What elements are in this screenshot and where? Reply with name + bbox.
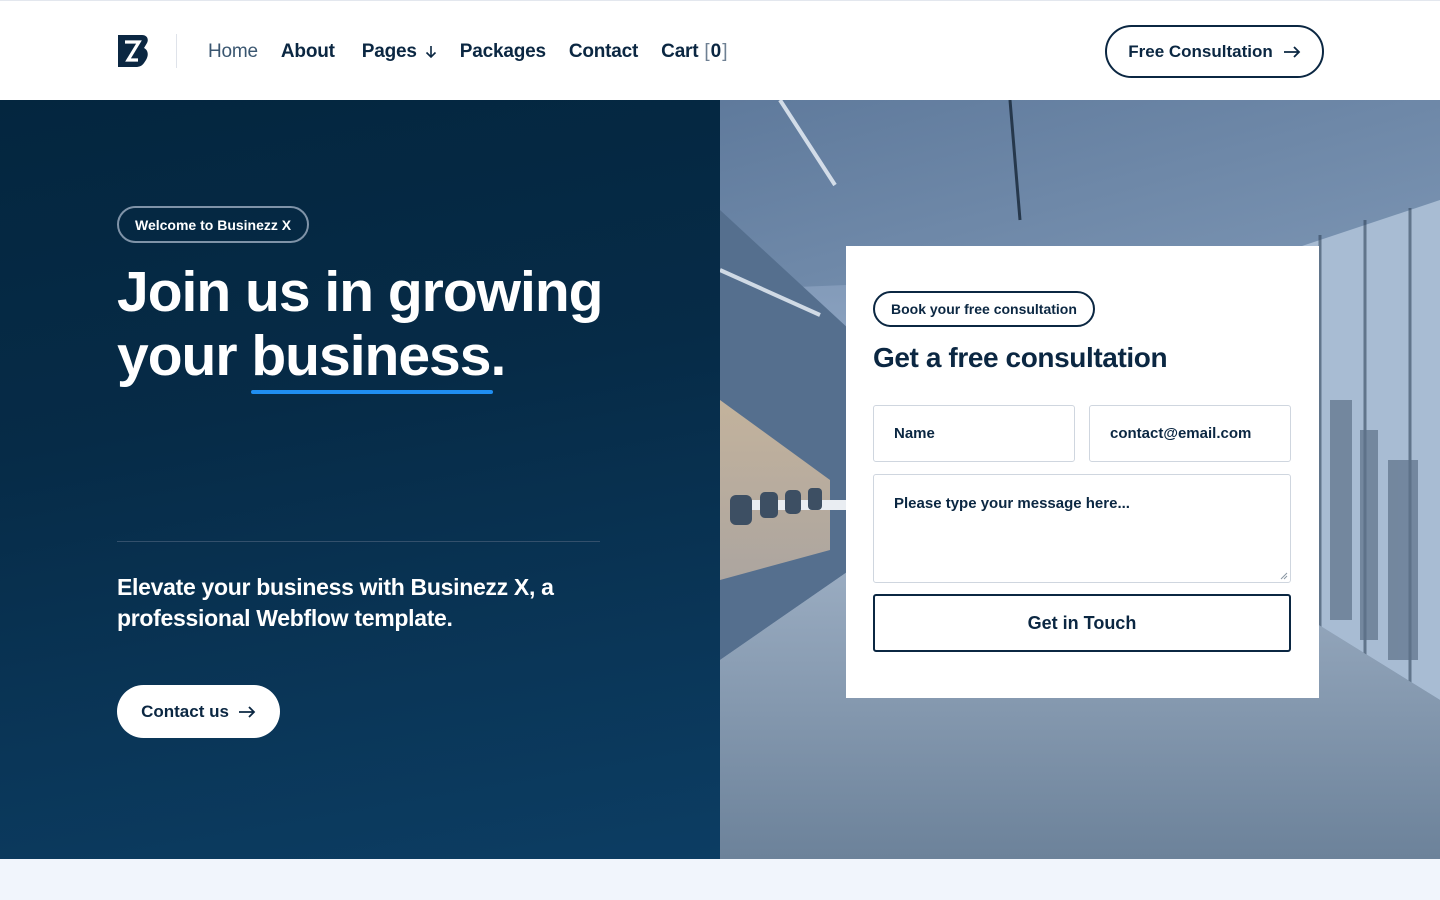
resize-handle-icon[interactable]	[1280, 572, 1288, 580]
hero-title-highlight-text: business	[251, 324, 491, 388]
next-section-strip	[0, 859, 1440, 900]
contact-us-label: Contact us	[141, 701, 229, 721]
form-title: Get a free consultation	[873, 342, 1168, 373]
arrow-right-icon	[238, 705, 256, 718]
cart-count-value: 0	[710, 41, 723, 62]
get-in-touch-button[interactable]: Get in Touch	[873, 594, 1291, 652]
nav-contact[interactable]: Contact	[569, 41, 639, 63]
hero-title-prefix: your	[117, 324, 252, 388]
nav-home[interactable]: Home	[208, 41, 258, 63]
free-consultation-button[interactable]: Free Consultation	[1105, 25, 1324, 78]
book-consultation-badge: Book your free consultation	[873, 291, 1095, 327]
nav-cart-label: Cart	[661, 41, 699, 62]
message-textarea[interactable]: Please type your message here...	[873, 474, 1291, 583]
nav-about[interactable]: About	[281, 41, 335, 63]
hero-subtitle: Elevate your business with Businezz X, a…	[117, 574, 554, 631]
nav-pages[interactable]: Pages	[362, 41, 437, 63]
main-nav: Home About Pages Packages Contact Cart […	[208, 39, 752, 65]
hero-section: Welcome to Businezz X Join us in growing…	[0, 100, 720, 859]
hero-title-highlight: business.	[251, 324, 506, 394]
businezz-logo-icon[interactable]	[116, 33, 150, 69]
hero-divider	[117, 541, 600, 542]
email-placeholder: contact@email.com	[1110, 425, 1252, 442]
name-input[interactable]: Name	[873, 405, 1075, 462]
hero-title-suffix: .	[490, 324, 506, 388]
hero-title-line1: Join us in growing	[117, 260, 603, 324]
cart-count: [0]	[704, 41, 729, 62]
welcome-badge: Welcome to Businezz X	[117, 206, 310, 243]
arrow-right-icon	[1283, 45, 1301, 58]
nav-cart[interactable]: Cart [0]	[661, 41, 728, 63]
hero-title: Join us in growing your business.	[117, 260, 603, 394]
site-header: Home About Pages Packages Contact Cart […	[0, 0, 1440, 100]
email-input[interactable]: contact@email.com	[1089, 405, 1291, 462]
consultation-form-card: Book your free consultation Get a free c…	[846, 246, 1319, 698]
name-placeholder: Name	[894, 425, 935, 442]
nav-pages-label: Pages	[361, 41, 417, 62]
arrow-down-icon	[425, 46, 436, 59]
nav-packages[interactable]: Packages	[460, 41, 546, 63]
message-placeholder: Please type your message here...	[894, 495, 1130, 512]
logo-separator	[176, 34, 177, 68]
contact-us-button[interactable]: Contact us	[117, 685, 280, 738]
free-consultation-label: Free Consultation	[1128, 41, 1273, 61]
